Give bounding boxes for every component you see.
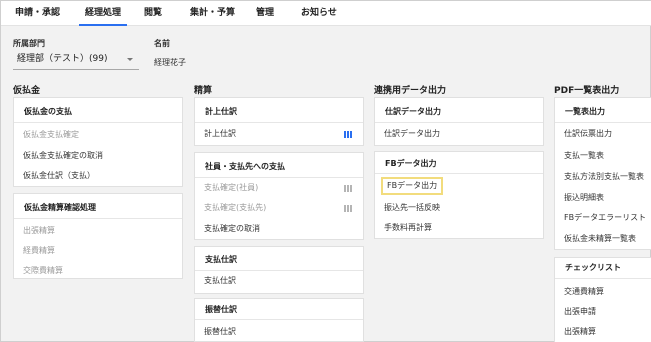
menu-item-trip-request[interactable]: 出張申請 bbox=[564, 306, 596, 318]
tab-admin[interactable]: 管理 bbox=[256, 1, 274, 26]
menu-item-journal-export[interactable]: 仕訳データ出力 bbox=[384, 128, 440, 140]
column-title-settlement: 精算 bbox=[194, 86, 213, 96]
column-title-pdf: PDF一覧表出力 bbox=[554, 86, 620, 96]
name-value: 経理花子 bbox=[154, 58, 186, 67]
menu-item-payment-by-method[interactable]: 支払方法別支払一覧表 bbox=[564, 171, 644, 183]
menu-item-payment-confirm-payee[interactable]: 支払確定(支払先) bbox=[204, 202, 266, 214]
card-payment-journal: 支払仕訳 支払仕訳 bbox=[194, 246, 364, 294]
menu-item-journal-slip-output[interactable]: 仕訳伝票出力 bbox=[564, 128, 612, 140]
chevron-down-icon bbox=[127, 58, 133, 61]
column-title-export: 連携用データ出力 bbox=[374, 86, 447, 96]
tab-aggregate-budget[interactable]: 集計・予算 bbox=[190, 1, 235, 26]
column-title-advance: 仮払金 bbox=[13, 86, 41, 96]
menu-item-unsettled-advance-list[interactable]: 仮払金未精算一覧表 bbox=[564, 233, 636, 245]
card-advance-settlement-check: 仮払金精算確認処理 出張精算 経費精算 交際費精算 bbox=[13, 193, 183, 279]
menu-item-advance-confirm[interactable]: 仮払金支払確定 bbox=[23, 129, 79, 141]
card-title: 計上仕訳 bbox=[205, 107, 237, 116]
card-checklist: チェックリスト 交通費精算 出張申請 出張精算 bbox=[554, 257, 651, 342]
card-journal-export: 仕訳データ出力 仕訳データ出力 bbox=[374, 97, 544, 146]
card-list-output: 一覧表出力 仕訳伝票出力 支払一覧表 支払方法別支払一覧表 振込明細表 FBデー… bbox=[554, 97, 651, 250]
top-nav: 申請・承認 経理処理 閲覧 集計・予算 管理 お知らせ bbox=[1, 1, 651, 26]
card-title: 支払仕訳 bbox=[205, 255, 237, 264]
tab-notices[interactable]: お知らせ bbox=[301, 1, 337, 26]
tab-browse[interactable]: 閲覧 bbox=[144, 1, 162, 26]
menu-item-payee-bulk-apply[interactable]: 振込先一括反映 bbox=[384, 202, 440, 214]
menu-item-advance-confirm-cancel[interactable]: 仮払金支払確定の取消 bbox=[23, 150, 103, 162]
department-value: 経理部（テスト）(99) bbox=[17, 54, 108, 64]
menu-item-booking-journal[interactable]: 計上仕訳 bbox=[204, 128, 236, 140]
progress-bars-icon bbox=[344, 131, 354, 138]
card-title: チェックリスト bbox=[565, 263, 621, 272]
card-title: 振替仕訳 bbox=[205, 305, 237, 314]
department-label: 所属部門 bbox=[13, 39, 45, 48]
menu-item-fee-recalc[interactable]: 手数料再計算 bbox=[384, 222, 432, 234]
menu-item-fb-error-list[interactable]: FBデータエラーリスト bbox=[564, 212, 646, 224]
department-select[interactable]: 経理部（テスト）(99) bbox=[13, 51, 139, 70]
card-advance-payment: 仮払金の支払 仮払金支払確定 仮払金支払確定の取消 仮払金仕訳（支払） bbox=[13, 97, 183, 187]
card-title: FBデータ出力 bbox=[385, 159, 437, 168]
menu-item-fb-export[interactable]: FBデータ出力 bbox=[381, 177, 444, 195]
card-title: 一覧表出力 bbox=[565, 107, 605, 116]
card-title: 仕訳データ出力 bbox=[385, 107, 441, 116]
card-payments: 社員・支払先への支払 支払確定(社員) 支払確定(支払先) 支払確定の取消 bbox=[194, 152, 364, 240]
menu-item-transfer-journal[interactable]: 振替仕訳 bbox=[204, 326, 236, 338]
menu-item-payment-confirm-cancel[interactable]: 支払確定の取消 bbox=[204, 223, 260, 235]
tab-accounting[interactable]: 経理処理 bbox=[78, 1, 128, 26]
menu-item-transfer-detail[interactable]: 振込明細表 bbox=[564, 192, 604, 204]
menu-item-trip-settlement[interactable]: 出張精算 bbox=[23, 225, 55, 237]
menu-item-payment-list[interactable]: 支払一覧表 bbox=[564, 150, 604, 162]
menu-item-payment-journal[interactable]: 支払仕訳 bbox=[204, 275, 236, 287]
tab-approval[interactable]: 申請・承認 bbox=[15, 1, 60, 26]
progress-bars-icon bbox=[344, 205, 354, 212]
menu-item-entertainment-settlement[interactable]: 交際費精算 bbox=[23, 265, 63, 277]
menu-item-trip-settlement-check[interactable]: 出張精算 bbox=[564, 326, 596, 338]
card-title: 仮払金精算確認処理 bbox=[24, 203, 96, 212]
name-label: 名前 bbox=[154, 39, 170, 48]
card-title: 社員・支払先への支払 bbox=[205, 162, 285, 171]
card-title: 仮払金の支払 bbox=[24, 107, 72, 116]
menu-item-payment-confirm-employee[interactable]: 支払確定(社員) bbox=[204, 182, 258, 194]
menu-item-advance-journal[interactable]: 仮払金仕訳（支払） bbox=[23, 170, 95, 182]
menu-item-transport-settlement[interactable]: 交通費精算 bbox=[564, 286, 604, 298]
card-transfer-journal: 振替仕訳 振替仕訳 bbox=[194, 298, 364, 342]
card-booking-journal: 計上仕訳 計上仕訳 bbox=[194, 97, 364, 146]
card-fb-export: FBデータ出力 FBデータ出力 振込先一括反映 手数料再計算 bbox=[374, 151, 544, 239]
progress-bars-icon bbox=[344, 185, 354, 192]
menu-item-expense-settlement[interactable]: 経費精算 bbox=[23, 245, 55, 257]
